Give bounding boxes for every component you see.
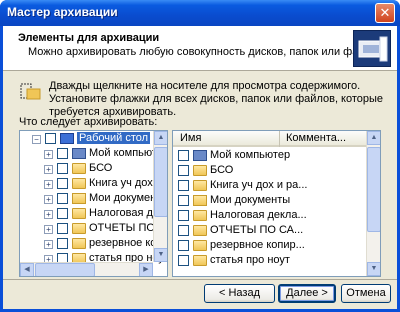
list-vertical-scrollbar[interactable]: ▲ ▼ <box>366 131 380 276</box>
window-title: Мастер архивации <box>7 5 118 19</box>
list-item-label: БСО <box>210 164 234 176</box>
checkbox[interactable] <box>178 180 189 191</box>
list-item-label: Мой компьютер <box>210 149 291 161</box>
column-header-name[interactable]: Имя <box>173 131 280 147</box>
expand-icon[interactable]: + <box>44 165 53 174</box>
header-title: Элементы для архивации <box>18 32 160 44</box>
checkbox[interactable] <box>57 148 68 159</box>
checkbox[interactable] <box>57 178 68 189</box>
checkbox[interactable] <box>57 208 68 219</box>
folder-icon <box>193 255 207 266</box>
close-icon: ✕ <box>379 5 391 20</box>
wizard-header: Элементы для архивации Можно архивироват… <box>3 26 397 71</box>
list-item-label: Мои документы <box>210 194 291 206</box>
title-bar[interactable]: Мастер архивации ✕ <box>0 0 400 26</box>
expand-icon[interactable]: + <box>44 210 53 219</box>
folder-icon <box>72 238 86 249</box>
folder-icon <box>193 210 207 221</box>
scroll-up-icon[interactable]: ▲ <box>154 131 167 145</box>
tree-item-label: Рабочий стол <box>77 132 151 144</box>
scroll-down-icon[interactable]: ▼ <box>154 248 167 262</box>
folder-icon <box>193 225 207 236</box>
desktop-icon <box>60 133 74 144</box>
folder-icon <box>193 165 207 176</box>
checkbox[interactable] <box>178 150 189 161</box>
folder-icon <box>72 163 86 174</box>
checkbox[interactable] <box>57 238 68 249</box>
checkbox[interactable] <box>178 240 189 251</box>
list-item-label: статья про ноут <box>210 254 290 266</box>
button-separator <box>3 279 397 280</box>
expand-icon[interactable]: + <box>44 180 53 189</box>
folder-icon <box>193 240 207 251</box>
my-documents-icon <box>193 195 207 206</box>
list-item-label: Книга уч дох и ра... <box>210 179 308 191</box>
scroll-thumb[interactable] <box>367 147 380 232</box>
column-header-comment[interactable]: Коммента... <box>280 131 368 147</box>
tree-label: Что следует архивировать: <box>19 116 158 128</box>
close-button[interactable]: ✕ <box>375 3 395 23</box>
checkbox[interactable] <box>57 223 68 234</box>
checkbox[interactable] <box>178 165 189 176</box>
scroll-up-icon[interactable]: ▲ <box>367 131 380 145</box>
folder-click-icon <box>20 83 42 101</box>
cancel-button[interactable]: Отмена <box>341 284 391 303</box>
folder-icon <box>72 208 86 219</box>
header-subtitle: Можно архивировать любую совокупность ди… <box>28 46 387 58</box>
next-button[interactable]: Далее > <box>278 284 336 303</box>
expand-icon[interactable]: + <box>44 195 53 204</box>
folder-icon <box>72 223 86 234</box>
scroll-right-icon[interactable]: ▶ <box>139 263 153 276</box>
computer-icon <box>193 150 207 161</box>
expand-icon[interactable]: + <box>44 225 53 234</box>
folder-icon <box>72 178 86 189</box>
checkbox[interactable] <box>178 255 189 266</box>
checkbox[interactable] <box>178 210 189 221</box>
checkbox[interactable] <box>45 133 56 144</box>
tree-vertical-scrollbar[interactable]: ▲ ▼ <box>153 131 167 262</box>
checkbox[interactable] <box>57 163 68 174</box>
backup-tree[interactable]: − Рабочий стол + Мой компьютер + БСО + К… <box>19 130 168 277</box>
expand-icon[interactable]: + <box>44 240 53 249</box>
expand-icon[interactable]: + <box>44 150 53 159</box>
tree-item-label: БСО <box>89 162 113 174</box>
checkbox[interactable] <box>57 193 68 204</box>
scroll-thumb[interactable] <box>154 147 167 217</box>
list-header: Имя Коммента... <box>173 131 368 147</box>
scroll-down-icon[interactable]: ▼ <box>367 262 380 276</box>
list-item-label: Налоговая декла... <box>210 209 307 221</box>
scroll-thumb[interactable] <box>35 263 95 276</box>
file-list[interactable]: Имя Коммента... Мой компьютер БСО Книга … <box>172 130 381 277</box>
folder-icon <box>193 180 207 191</box>
dialog-body: Элементы для архивации Можно архивироват… <box>3 26 397 309</box>
list-item-label: ОТЧЕТЫ ПО СА... <box>210 224 304 236</box>
computer-icon <box>72 148 86 159</box>
checkbox[interactable] <box>178 195 189 206</box>
checkbox[interactable] <box>178 225 189 236</box>
my-documents-icon <box>72 193 86 204</box>
tree-horizontal-scrollbar[interactable]: ◀ ▶ <box>20 262 153 276</box>
list-item-label: резервное копир... <box>210 239 305 251</box>
backup-wizard-icon <box>353 30 391 67</box>
scroll-left-icon[interactable]: ◀ <box>20 263 34 276</box>
back-button[interactable]: < Назад <box>204 284 275 303</box>
collapse-icon[interactable]: − <box>32 135 41 144</box>
instructions-text: Дважды щелкните на носителе для просмотр… <box>49 80 384 118</box>
backup-wizard-window: Мастер архивации ✕ Элементы для архиваци… <box>0 0 400 312</box>
